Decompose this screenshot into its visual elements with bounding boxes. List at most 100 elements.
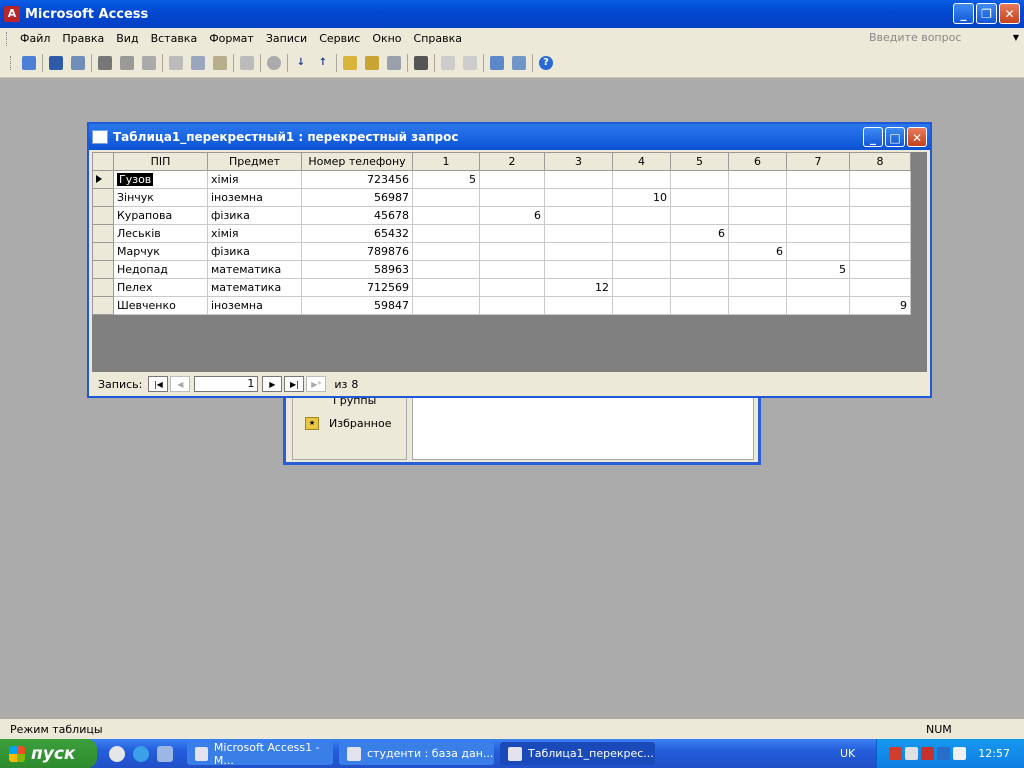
column-header[interactable]: 5 <box>670 152 729 171</box>
last-record-button[interactable]: ▶| <box>284 376 305 392</box>
cell-phone[interactable]: 789876 <box>301 242 413 261</box>
cell-score[interactable]: 5 <box>786 260 850 279</box>
menu-format[interactable]: Формат <box>203 32 260 45</box>
cell-subject[interactable]: іноземна <box>207 188 302 207</box>
design-view-icon[interactable] <box>22 56 36 70</box>
taskbar-button-database[interactable]: студенти : база дан... <box>339 742 494 765</box>
paste-icon[interactable] <box>213 56 227 70</box>
menu-insert[interactable]: Вставка <box>145 32 204 45</box>
taskbar-button-access[interactable]: Microsoft Access1 - М... <box>187 741 333 767</box>
cell-score[interactable] <box>849 224 911 243</box>
cell-score[interactable] <box>412 278 480 297</box>
delete-record-icon[interactable] <box>463 56 477 70</box>
cell-score[interactable] <box>544 242 613 261</box>
cell-score[interactable] <box>412 188 480 207</box>
column-header[interactable]: 4 <box>612 152 671 171</box>
column-header[interactable]: 3 <box>544 152 613 171</box>
cell-score[interactable] <box>728 278 787 297</box>
cell-score[interactable] <box>670 278 729 297</box>
row-selector[interactable] <box>92 296 114 315</box>
cell-phone[interactable]: 56987 <box>301 188 413 207</box>
taskbar-button-query[interactable]: Таблица1_перекрес... <box>500 742 655 765</box>
previous-record-button[interactable]: ◀ <box>170 376 191 392</box>
cell-score[interactable] <box>786 206 850 225</box>
print-preview-icon[interactable] <box>120 56 134 70</box>
undo-icon[interactable] <box>240 56 254 70</box>
new-record-icon[interactable] <box>441 56 455 70</box>
new-record-nav-button[interactable]: ▶* <box>306 376 327 392</box>
cell-score[interactable] <box>728 170 787 189</box>
cell-score[interactable]: 10 <box>612 188 671 207</box>
cell-score[interactable] <box>728 224 787 243</box>
cell-score[interactable] <box>612 260 671 279</box>
menu-grip[interactable] <box>6 31 10 46</box>
cell-score[interactable] <box>612 296 671 315</box>
menu-view[interactable]: Вид <box>110 32 144 45</box>
cell-score[interactable] <box>612 278 671 297</box>
row-selector-current[interactable] <box>92 170 114 189</box>
crosstab-query-window[interactable]: Таблица1_перекрестный1 : перекрестный за… <box>87 122 932 398</box>
cell-score[interactable]: 12 <box>544 278 613 297</box>
column-header[interactable]: Предмет <box>207 152 302 171</box>
cell-score[interactable]: 6 <box>670 224 729 243</box>
menu-window[interactable]: Окно <box>366 32 407 45</box>
cell-subject[interactable]: хімія <box>207 170 302 189</box>
cell-score[interactable] <box>544 170 613 189</box>
antivirus-icon[interactable] <box>921 747 934 760</box>
cell-score[interactable] <box>412 260 480 279</box>
cell-score[interactable] <box>849 170 911 189</box>
cell-score[interactable] <box>849 242 911 261</box>
menu-edit[interactable]: Правка <box>56 32 110 45</box>
first-record-button[interactable]: |◀ <box>148 376 169 392</box>
volume-icon[interactable] <box>905 747 918 760</box>
child-maximize-button[interactable]: □ <box>885 127 905 147</box>
query-window-icon[interactable] <box>92 130 108 144</box>
column-header[interactable]: ПІП <box>113 152 208 171</box>
row-selector[interactable] <box>92 206 114 225</box>
print-icon[interactable] <box>98 56 112 70</box>
cell-score[interactable] <box>479 188 545 207</box>
update-icon[interactable] <box>953 747 966 760</box>
cell-score[interactable] <box>412 242 480 261</box>
menu-help[interactable]: Справка <box>408 32 468 45</box>
cell-subject[interactable]: математика <box>207 260 302 279</box>
toolbar-grip[interactable] <box>10 56 14 70</box>
close-button[interactable]: ✕ <box>999 3 1020 24</box>
row-selector[interactable] <box>92 242 114 261</box>
next-record-button[interactable]: ▶ <box>262 376 283 392</box>
search-icon[interactable] <box>71 56 85 70</box>
child-close-button[interactable]: ✕ <box>907 127 927 147</box>
cell-score[interactable] <box>544 296 613 315</box>
help-search-input[interactable]: Введите вопрос ▼ <box>869 30 1019 46</box>
cell-score[interactable]: 9 <box>849 296 911 315</box>
child-minimize-button[interactable]: _ <box>863 127 883 147</box>
start-button[interactable]: пуск <box>0 739 97 768</box>
copy-icon[interactable] <box>191 56 205 70</box>
cell-subject[interactable]: іноземна <box>207 296 302 315</box>
column-header[interactable]: 6 <box>728 152 787 171</box>
cell-score[interactable] <box>786 278 850 297</box>
menu-records[interactable]: Записи <box>260 32 313 45</box>
cell-score[interactable] <box>479 278 545 297</box>
cell-score[interactable] <box>544 206 613 225</box>
cell-score[interactable] <box>479 242 545 261</box>
filter-form-icon[interactable] <box>365 56 379 70</box>
cell-score[interactable] <box>670 170 729 189</box>
cell-score[interactable] <box>670 188 729 207</box>
find-icon[interactable] <box>414 56 428 70</box>
cell-score[interactable] <box>670 206 729 225</box>
cell-score[interactable] <box>412 296 480 315</box>
cell-score[interactable] <box>412 224 480 243</box>
cell-score[interactable] <box>786 188 850 207</box>
cell-score[interactable] <box>786 296 850 315</box>
cell-phone[interactable]: 712569 <box>301 278 413 297</box>
apply-filter-icon[interactable] <box>387 56 401 70</box>
chevron-down-icon[interactable]: ▼ <box>1013 30 1019 46</box>
menu-tools[interactable]: Сервис <box>313 32 366 45</box>
cut-icon[interactable] <box>169 56 183 70</box>
cell-subject[interactable]: хімія <box>207 224 302 243</box>
language-indicator[interactable]: UK <box>840 747 855 760</box>
cell-score[interactable] <box>728 296 787 315</box>
cell-score[interactable] <box>670 242 729 261</box>
cell-phone[interactable]: 59847 <box>301 296 413 315</box>
